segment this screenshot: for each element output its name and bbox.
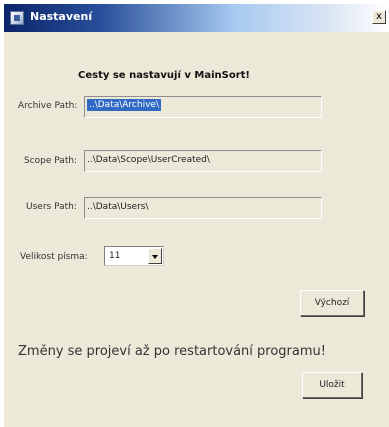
font-size-label: Velikost písma: bbox=[20, 252, 88, 262]
settings-window: Nastavení x Cesty se nastavují v MainSor… bbox=[4, 4, 389, 427]
title-bar[interactable]: Nastavení x bbox=[4, 4, 389, 32]
scope-path-label: Scope Path: bbox=[24, 156, 78, 166]
chevron-down-icon[interactable] bbox=[148, 248, 162, 264]
scope-path-field[interactable]: ..\Data\Scope\UserCreated\ bbox=[84, 150, 322, 172]
archive-path-field[interactable]: ..\Data\Archive\ bbox=[84, 96, 322, 118]
archive-path-value: ..\Data\Archive\ bbox=[87, 99, 161, 111]
defaults-button[interactable]: Výchozí bbox=[300, 290, 364, 316]
font-size-value: 11 bbox=[109, 251, 121, 261]
app-icon bbox=[10, 11, 24, 25]
users-path-value: ..\Data\Users\ bbox=[87, 202, 149, 212]
users-path-field[interactable]: ..\Data\Users\ bbox=[84, 197, 322, 219]
users-path-label: Users Path: bbox=[26, 202, 77, 212]
paths-heading: Cesty se nastavují v MainSort! bbox=[78, 70, 250, 81]
archive-path-label: Archive Path: bbox=[18, 101, 78, 111]
close-button[interactable]: x bbox=[372, 10, 386, 24]
scope-path-value: ..\Data\Scope\UserCreated\ bbox=[87, 155, 210, 165]
save-button[interactable]: Uložit bbox=[302, 372, 362, 398]
window-title: Nastavení bbox=[30, 10, 93, 23]
font-size-select[interactable]: 11 bbox=[104, 246, 164, 266]
restart-note: Změny se projeví až po restartování prog… bbox=[18, 344, 326, 359]
